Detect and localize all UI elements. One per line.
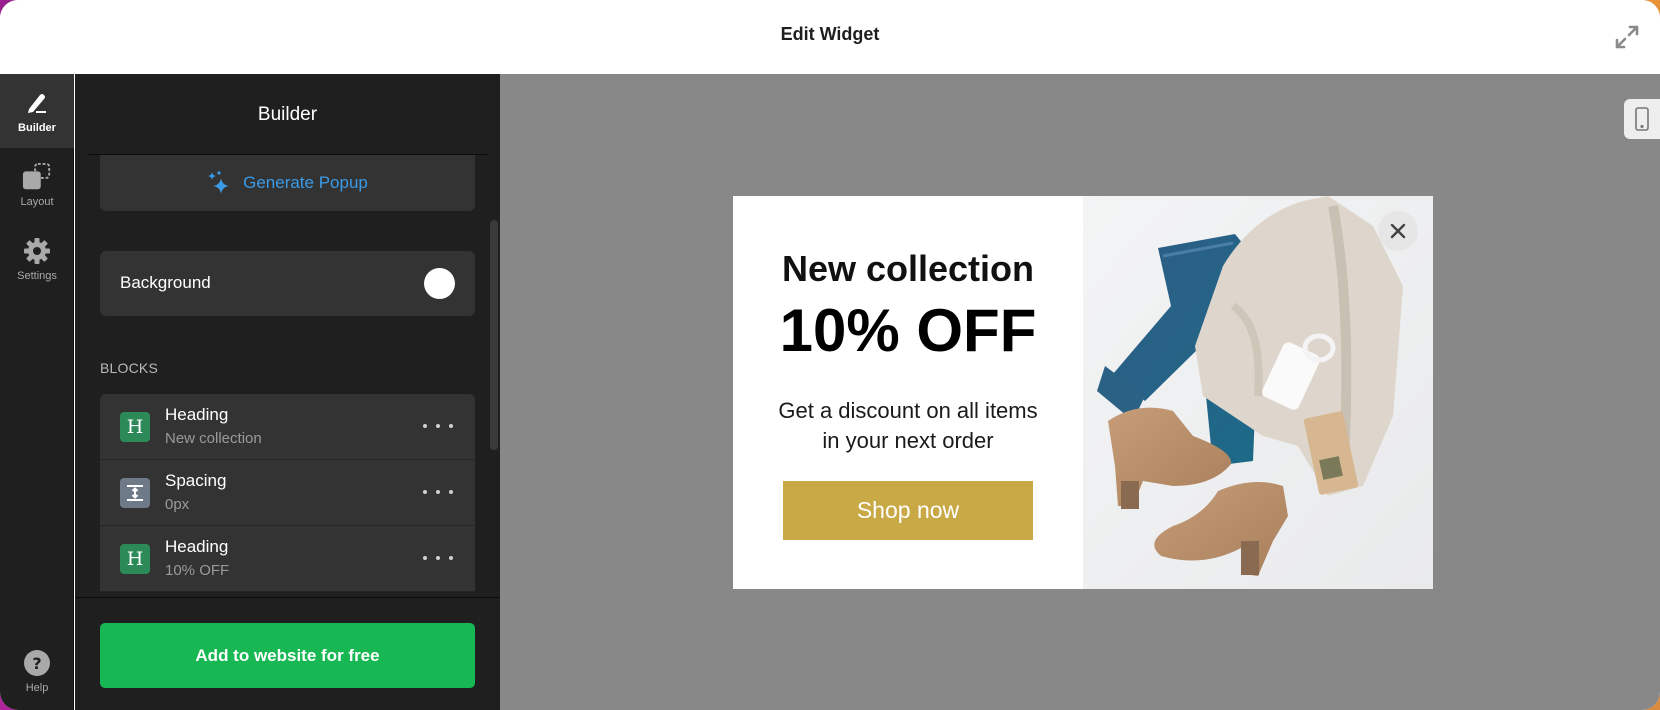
shop-now-button[interactable]: Shop now [783, 481, 1033, 540]
block-value: 0px [165, 496, 190, 513]
dot-icon [436, 490, 440, 494]
block-value: 10% OFF [165, 562, 230, 579]
gear-icon [22, 236, 52, 266]
left-rail: Builder Layout Settings ? Help [0, 74, 74, 710]
dot-icon [423, 424, 427, 428]
svg-text:?: ? [32, 654, 41, 673]
expand-arrows-icon [1615, 25, 1639, 49]
layout-icon [22, 162, 52, 192]
expand-button[interactable] [1612, 22, 1642, 52]
more-options-button[interactable] [423, 548, 453, 568]
panel-scrollbar[interactable] [490, 220, 498, 450]
rail-item-label: Builder [18, 122, 56, 134]
builder-panel: Builder Generate Popup Background BLOCKS… [75, 74, 500, 710]
rail-item-layout[interactable]: Layout [0, 148, 74, 222]
more-options-button[interactable] [423, 482, 453, 502]
block-item[interactable]: Spacing 0px [100, 460, 475, 526]
popup-content: New collection 10% OFF Get a discount on… [733, 196, 1083, 589]
mobile-preview-toggle[interactable] [1624, 99, 1660, 139]
rail-item-help[interactable]: ? Help [0, 634, 74, 708]
header-bar: Edit Widget [0, 0, 1660, 74]
block-list: H Heading New collection Spacing 0px H H [100, 394, 475, 594]
preview-canvas: New collection 10% OFF Get a discount on… [500, 74, 1660, 710]
add-to-website-button[interactable]: Add to website for free [100, 623, 475, 688]
rail-item-builder[interactable]: Builder [0, 74, 74, 148]
rail-item-label: Layout [20, 196, 54, 208]
rail-item-label: Help [25, 682, 49, 694]
edit-widget-window: Edit Widget Builder Layout Settings ? He… [0, 0, 1660, 710]
block-item[interactable]: H Heading 10% OFF [100, 526, 475, 592]
background-label: Background [120, 273, 211, 292]
block-name: Spacing [165, 471, 227, 490]
rail-item-settings[interactable]: Settings [0, 222, 74, 296]
generate-popup-label: Generate Popup [243, 173, 368, 192]
sparkles-icon [208, 171, 230, 194]
dot-icon [449, 556, 453, 560]
divider [75, 597, 500, 598]
generate-popup-button[interactable]: Generate Popup [100, 155, 475, 211]
dot-icon [436, 424, 440, 428]
popup-subheading[interactable]: 10% OFF [733, 296, 1083, 365]
question-circle-icon: ? [22, 648, 52, 678]
block-name: Heading [165, 537, 229, 556]
dot-icon [423, 556, 427, 560]
dot-icon [436, 556, 440, 560]
dot-icon [449, 424, 453, 428]
mobile-phone-icon [1635, 107, 1649, 131]
popup-heading[interactable]: New collection [733, 248, 1083, 290]
popup-preview[interactable]: New collection 10% OFF Get a discount on… [733, 196, 1433, 589]
more-options-button[interactable] [423, 416, 453, 436]
pencil-icon [22, 88, 52, 118]
popup-close-button[interactable] [1378, 211, 1418, 251]
rail-item-label: Settings [17, 270, 57, 282]
popup-image[interactable] [1083, 196, 1433, 589]
block-value: New collection [165, 430, 262, 447]
spacing-block-icon [120, 478, 150, 508]
dot-icon [423, 490, 427, 494]
dot-icon [449, 490, 453, 494]
heading-block-icon: H [120, 544, 150, 574]
heading-block-icon: H [120, 412, 150, 442]
background-setting[interactable]: Background [100, 251, 475, 316]
block-name: Heading [165, 405, 229, 424]
page-title: Edit Widget [780, 24, 880, 44]
panel-title: Builder [257, 104, 318, 125]
close-x-icon [1390, 223, 1406, 239]
popup-text[interactable]: Get a discount on all items in your next… [773, 396, 1043, 456]
background-color-swatch[interactable] [424, 268, 455, 299]
block-item[interactable]: H Heading New collection [100, 394, 475, 460]
blocks-section-label: BLOCKS [100, 360, 158, 376]
clothing-flatlay-image [1083, 196, 1433, 589]
